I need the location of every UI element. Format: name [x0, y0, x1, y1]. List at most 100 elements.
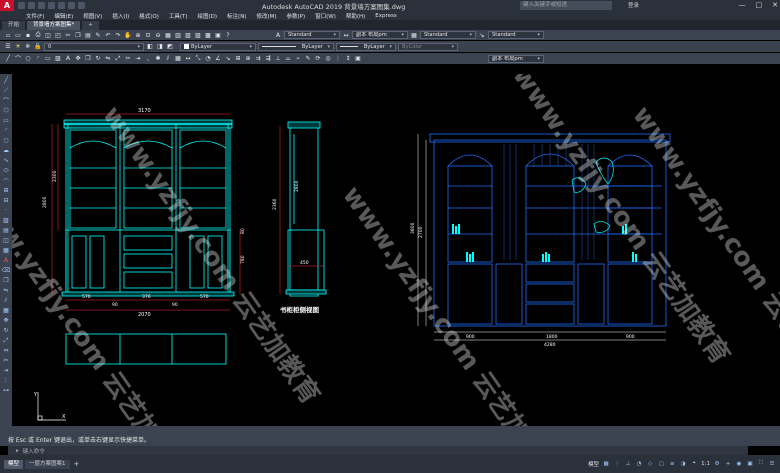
- gear-icon[interactable]: ⚙: [713, 459, 721, 468]
- calculator-icon[interactable]: ▣: [214, 31, 222, 39]
- offset-icon[interactable]: ⫽: [2, 296, 11, 305]
- zoom-previous-icon[interactable]: ⊖: [154, 31, 162, 39]
- annotation-scale[interactable]: 1:1: [701, 459, 710, 468]
- ortho-icon[interactable]: ⊥: [624, 459, 632, 468]
- tab-drawing[interactable]: 背景墙方案图集*: [27, 21, 81, 30]
- text-icon[interactable]: A: [64, 55, 72, 63]
- login-button[interactable]: 登录: [628, 1, 639, 9]
- explode-icon[interactable]: ✱: [154, 55, 162, 63]
- menu-view[interactable]: 视图(V): [83, 12, 102, 20]
- menu-parametric[interactable]: 参数(P): [287, 12, 306, 20]
- command-input[interactable]: ▸ 键入命令: [8, 446, 748, 455]
- revision-cloud-icon[interactable]: ☁: [2, 146, 11, 155]
- rotate-icon[interactable]: ↻: [94, 55, 102, 63]
- dim-style-manager-icon[interactable]: ▣: [354, 55, 362, 63]
- autocad-logo-icon[interactable]: A: [0, 0, 14, 11]
- dim-update-icon[interactable]: ⟳: [314, 55, 322, 63]
- move-icon[interactable]: ✥: [74, 55, 82, 63]
- polar-icon[interactable]: ◔: [635, 459, 643, 468]
- scale-icon[interactable]: ⤢: [2, 336, 11, 345]
- extend-icon[interactable]: ⇥: [134, 55, 142, 63]
- offset-icon[interactable]: ⫽: [164, 55, 172, 63]
- move-icon[interactable]: ✥: [2, 316, 11, 325]
- angular-dim-icon[interactable]: ∠: [214, 55, 222, 63]
- menu-express[interactable]: Express: [375, 13, 396, 19]
- redo-icon[interactable]: ↷: [114, 31, 122, 39]
- gradient-icon[interactable]: ▤: [2, 226, 11, 235]
- clean-screen-icon[interactable]: ⛶: [757, 459, 765, 468]
- menu-file[interactable]: 文件(F): [26, 12, 44, 20]
- save-as-icon[interactable]: [48, 2, 55, 9]
- isolate-icon[interactable]: ◉: [735, 459, 743, 468]
- open-icon[interactable]: [28, 2, 35, 9]
- aligned-dim-icon[interactable]: ⤡: [194, 55, 202, 63]
- layer-previous-icon[interactable]: ◨: [156, 43, 164, 51]
- undo-icon[interactable]: [68, 2, 75, 9]
- rotate-icon[interactable]: ↻: [2, 326, 11, 335]
- table-icon[interactable]: ▦: [2, 246, 11, 255]
- cut-icon[interactable]: ✂: [64, 31, 72, 39]
- save-icon[interactable]: [38, 2, 45, 9]
- minimize-button[interactable]: —: [739, 0, 746, 11]
- hardware-icon[interactable]: ▣: [746, 459, 754, 468]
- ellipse-arc-icon[interactable]: ◠: [2, 176, 11, 185]
- menu-dimension[interactable]: 标注(N): [227, 12, 246, 20]
- circle-icon[interactable]: ○: [2, 136, 11, 145]
- print-icon[interactable]: ⎙: [34, 31, 42, 39]
- tool-palette-icon[interactable]: ▧: [184, 31, 192, 39]
- erase-icon[interactable]: ⌫: [2, 266, 11, 275]
- mleader-style-select[interactable]: Standard ▾: [488, 31, 544, 39]
- polyline-icon[interactable]: ⌒: [2, 96, 11, 105]
- radius-dim-icon[interactable]: ◔: [204, 55, 212, 63]
- layout-tab-1[interactable]: 一层方案图案1: [25, 459, 70, 469]
- maximize-button[interactable]: □: [756, 0, 763, 11]
- copy-object-icon[interactable]: ❐: [84, 55, 92, 63]
- tolerance-icon[interactable]: ⊞: [234, 55, 242, 63]
- mirror-icon[interactable]: ⇋: [104, 55, 112, 63]
- menu-window[interactable]: 窗口(W): [315, 12, 336, 20]
- linetype-select[interactable]: ByLayer ▾: [258, 42, 334, 51]
- help-icon[interactable]: ?: [224, 31, 232, 39]
- new-icon[interactable]: ▫: [4, 31, 12, 39]
- arc-icon[interactable]: ◜: [34, 55, 42, 63]
- baseline-dim-icon[interactable]: ⇶: [264, 55, 272, 63]
- lock-icon[interactable]: 🔓: [34, 43, 42, 51]
- region-icon[interactable]: ◫: [2, 236, 11, 245]
- menu-edit[interactable]: 编辑(E): [54, 12, 73, 20]
- copy-object-icon[interactable]: ❐: [2, 276, 11, 285]
- array-icon[interactable]: ▦: [174, 55, 182, 63]
- model-space-toggle[interactable]: 模型: [588, 459, 599, 468]
- object-snap-icon[interactable]: ▢: [657, 459, 665, 468]
- array-icon[interactable]: ▦: [2, 306, 11, 315]
- trim-icon[interactable]: ✂: [2, 356, 11, 365]
- dim-edit-icon[interactable]: ✎: [304, 55, 312, 63]
- menu-draw[interactable]: 绘图(D): [198, 12, 218, 20]
- break-icon[interactable]: ⋮: [2, 376, 11, 385]
- zoom-icon[interactable]: ⊕: [134, 31, 142, 39]
- layer-properties-icon[interactable]: ☰: [4, 43, 12, 51]
- fillet-icon[interactable]: ◟: [144, 55, 152, 63]
- extend-icon[interactable]: ⇥: [2, 366, 11, 375]
- text-style-select[interactable]: Standard ▾: [284, 31, 340, 39]
- center-mark-icon[interactable]: ⊕: [244, 55, 252, 63]
- tab-new[interactable]: +: [82, 21, 99, 30]
- menu-insert[interactable]: 插入(I): [112, 12, 129, 20]
- scale-icon[interactable]: ⤢: [114, 55, 122, 63]
- markup-icon[interactable]: ▩: [204, 31, 212, 39]
- jogged-icon[interactable]: ⌁: [294, 55, 302, 63]
- inspect-icon[interactable]: ◎: [324, 55, 332, 63]
- color-select[interactable]: ByLayer ▾: [180, 42, 256, 51]
- line-icon[interactable]: ╱: [2, 76, 11, 85]
- spline-icon[interactable]: ∿: [2, 156, 11, 165]
- design-center-icon[interactable]: ▥: [174, 31, 182, 39]
- customize-icon[interactable]: ☰: [768, 459, 776, 468]
- hatch-icon[interactable]: ▨: [2, 216, 11, 225]
- menu-tools[interactable]: 工具(T): [169, 12, 188, 20]
- construction-line-icon[interactable]: ⟋: [2, 86, 11, 95]
- grid-icon[interactable]: ▦: [602, 459, 610, 468]
- point-icon[interactable]: ·: [2, 206, 11, 215]
- ordinate-dim-icon[interactable]: ⊥: [274, 55, 282, 63]
- stretch-icon[interactable]: ⇔: [2, 346, 11, 355]
- open-icon[interactable]: ▭: [14, 31, 22, 39]
- plus-icon[interactable]: +: [724, 459, 732, 468]
